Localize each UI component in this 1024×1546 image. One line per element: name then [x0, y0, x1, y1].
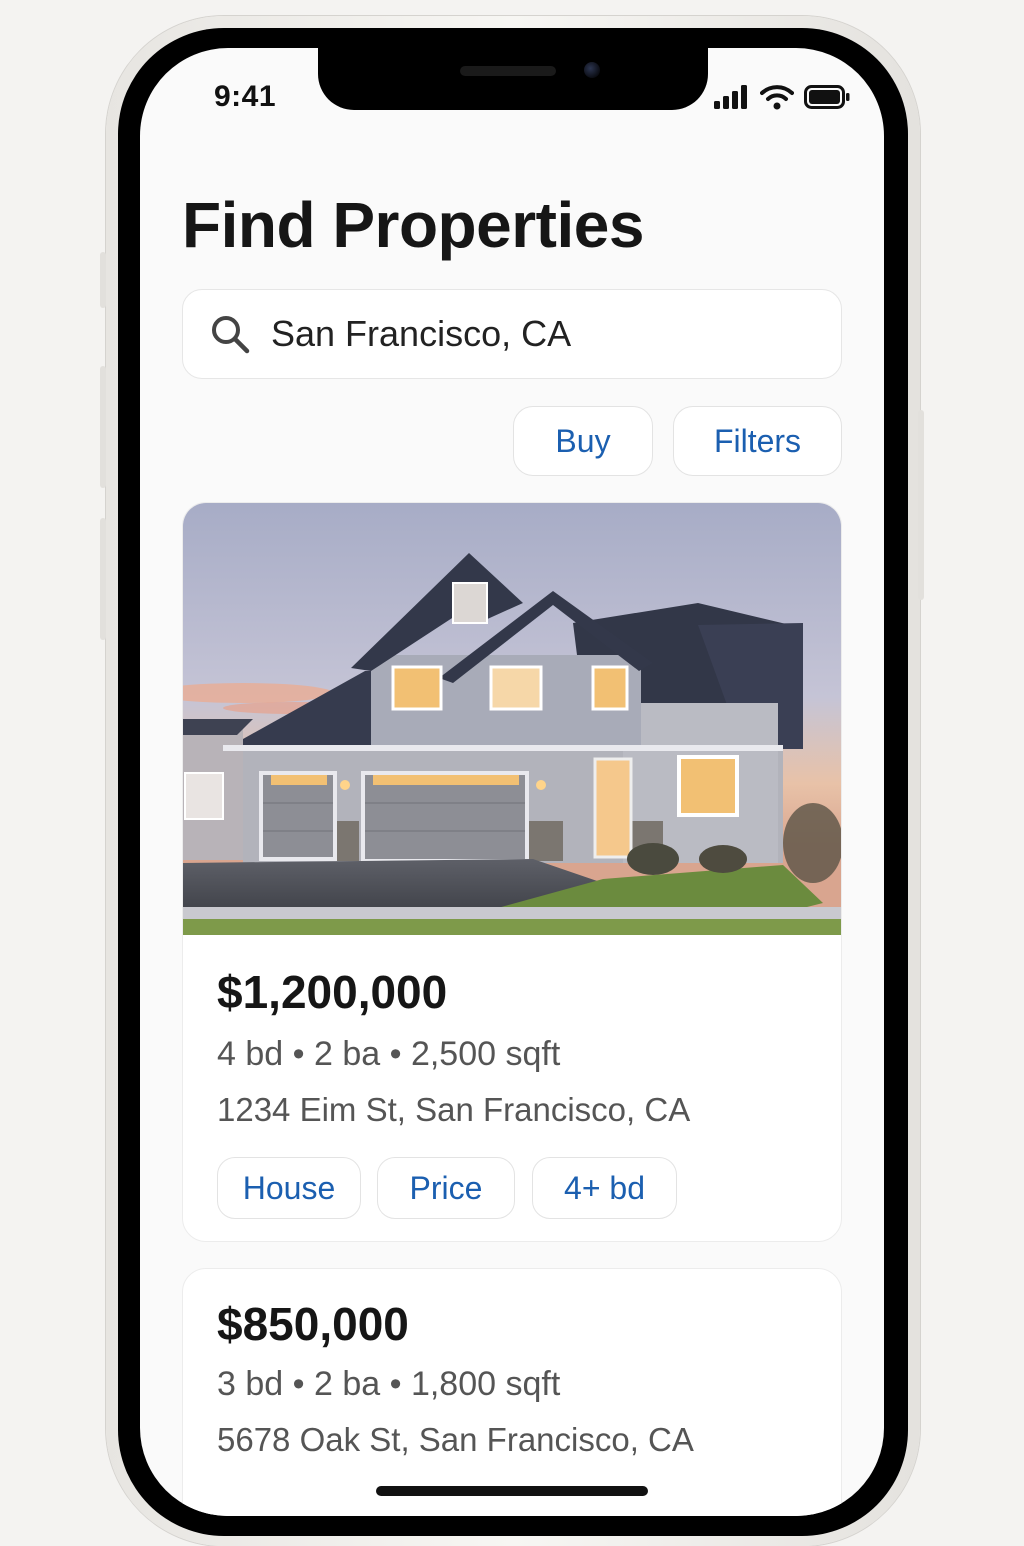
wifi-icon — [760, 85, 794, 110]
phone-screen: 9:41 Find Properties Buy Filters — [140, 48, 884, 1516]
listing-address: 1234 Eim St, San Francisco, CA — [217, 1091, 691, 1128]
listing-specs: 4 bd • 2 ba • 2,500 sqft — [217, 1035, 561, 1073]
listing-address: 5678 Oak St, San Francisco, CA — [217, 1421, 694, 1458]
search-icon — [212, 316, 250, 354]
search-input[interactable] — [271, 313, 811, 355]
earpiece-speaker — [460, 66, 556, 76]
listing-card[interactable]: $850,000 3 bd • 2 ba • 1,800 sqft 5678 O… — [182, 1268, 842, 1516]
search-bar[interactable] — [182, 289, 842, 379]
listing-price: $1,200,000 — [217, 966, 448, 1018]
volume-down-button — [100, 518, 106, 640]
status-icons — [714, 84, 850, 110]
listing-price: $850,000 — [217, 1298, 409, 1350]
mute-switch — [100, 252, 106, 308]
volume-up-button — [100, 366, 106, 488]
tag-house[interactable]: House — [217, 1157, 361, 1219]
home-indicator[interactable] — [376, 1486, 648, 1496]
buy-button[interactable]: Buy — [513, 406, 653, 476]
house-photo — [183, 503, 841, 935]
filters-button[interactable]: Filters — [673, 406, 842, 476]
tag-bedrooms[interactable]: 4+ bd — [532, 1157, 677, 1219]
tag-price[interactable]: Price — [377, 1157, 515, 1219]
power-button — [918, 410, 924, 600]
signal-icon — [714, 85, 747, 109]
front-camera — [584, 62, 600, 78]
status-time: 9:41 — [214, 80, 277, 113]
listing-specs: 3 bd • 2 ba • 1,800 sqft — [217, 1365, 561, 1403]
notch — [318, 48, 708, 110]
battery-icon — [804, 85, 850, 109]
listing-card[interactable]: $1,200,000 4 bd • 2 ba • 2,500 sqft 1234… — [182, 502, 842, 1242]
page-title: Find Properties — [182, 189, 644, 261]
